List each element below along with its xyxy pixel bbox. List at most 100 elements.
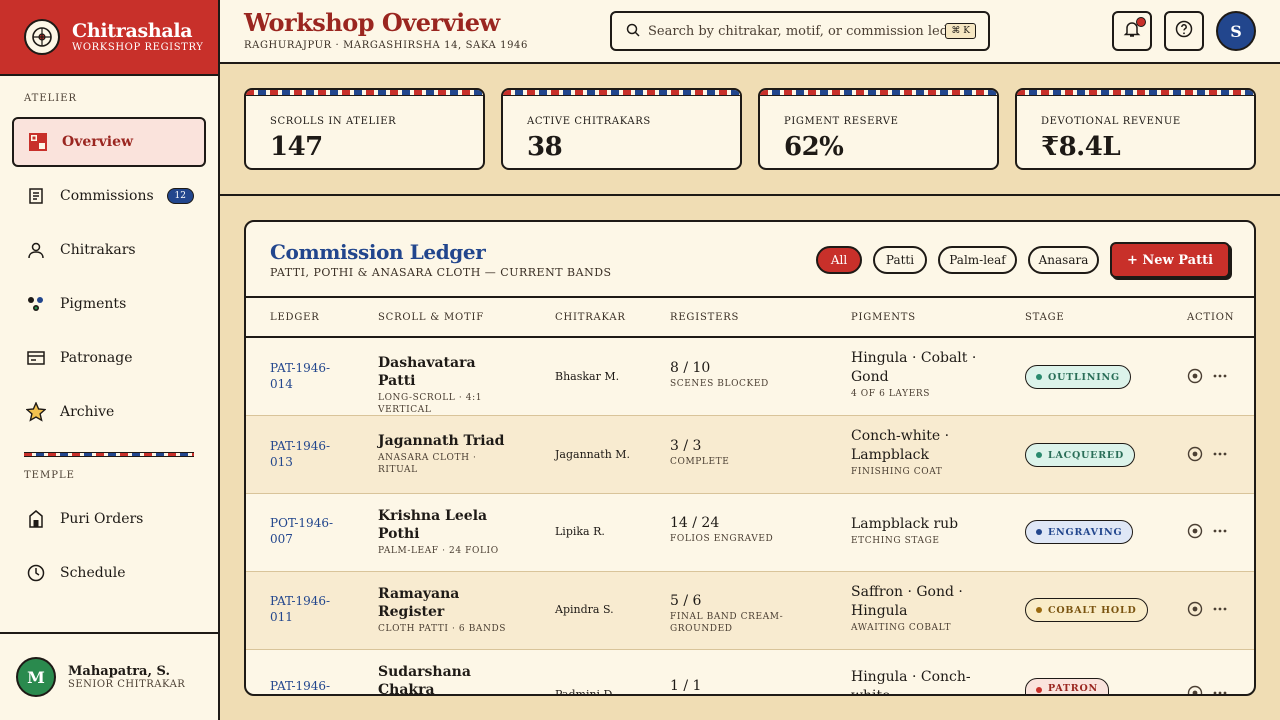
column-action: ACTION [1187, 312, 1235, 323]
ledger-id[interactable]: PAT-1946-011 [270, 593, 340, 625]
scroll-motif: LONG-SCROLL · 4:1 VERTICAL [378, 393, 483, 415]
stat-label: PIGMENT RESERVE [784, 116, 899, 127]
table-row[interactable]: PAT-1946-014 Dashavatara Patti LONG-SCRO… [246, 338, 1254, 416]
current-user[interactable]: M Mahapatra, S. SENIOR CHITRAKAR [0, 632, 218, 720]
view-eye-icon[interactable] [1187, 368, 1203, 384]
column-pigments[interactable]: PIGMENTS [851, 312, 916, 323]
status-dot [1036, 607, 1042, 613]
pigments-list: Conch-white · Lampblack [851, 428, 950, 463]
pigments-list: Hingula · Cobalt · Gond [851, 350, 977, 385]
stats-row: SCROLLS IN ATELIER 147 ACTIVE CHITRAKARS… [220, 64, 1280, 196]
temple-icon [26, 509, 46, 529]
chitrakar-name: Padmini D. [555, 688, 616, 696]
brand-header[interactable]: Chitrashala WORKSHOP REGISTRY [0, 0, 218, 76]
status-badge: LACQUERED [1025, 443, 1135, 467]
user-name: Mahapatra, S. [68, 664, 170, 679]
search-shortcut: ⌘ K [945, 23, 976, 39]
search-input[interactable]: Search by chitrakar, motif, or commissio… [610, 11, 990, 51]
pigments-list: Saffron · Gond · Hingula [851, 584, 963, 619]
scroll-icon [26, 186, 46, 206]
brand-subtitle: WORKSHOP REGISTRY [72, 42, 204, 53]
registers-note: COMPLETE [670, 457, 730, 467]
view-eye-icon[interactable] [1187, 446, 1203, 462]
filter-all[interactable]: All [816, 246, 862, 274]
status-badge: ENGRAVING [1025, 520, 1134, 544]
profile-avatar[interactable]: S [1216, 11, 1256, 51]
filter-palm-leaf[interactable]: Palm-leaf [938, 246, 1017, 274]
table-row[interactable]: PAT-1946- Sudarshana Chakra Padmini D. 1… [246, 650, 1254, 696]
ledger-id[interactable]: PAT-1946- [270, 678, 340, 694]
stat-card-scrolls: SCROLLS IN ATELIER 147 [244, 88, 485, 170]
grid-icon [28, 132, 48, 152]
view-eye-icon[interactable] [1187, 523, 1203, 539]
section-label-temple: TEMPLE [24, 470, 75, 481]
stat-value: 62% [784, 132, 844, 162]
panel-subtitle: PATTI, POTHI & ANASARA CLOTH — CURRENT B… [270, 266, 612, 279]
more-options-icon[interactable] [1212, 368, 1228, 384]
ledger-id[interactable]: POT-1946-007 [270, 515, 340, 547]
registers-note: FOLIOS ENGRAVED [670, 534, 774, 544]
more-options-icon[interactable] [1212, 685, 1228, 694]
column-scroll-motif[interactable]: SCROLL & MOTIF [378, 312, 484, 323]
view-eye-icon[interactable] [1187, 685, 1203, 694]
table-header: LEDGER SCROLL & MOTIF CHITRAKAR REGISTER… [246, 298, 1254, 338]
chakra-logo-icon [24, 19, 60, 55]
sidebar-item-patronage[interactable]: Patronage [12, 333, 206, 383]
ledger-id[interactable]: PAT-1946-014 [270, 360, 340, 392]
stat-card-revenue: DEVOTIONAL REVENUE ₹8.4L [1015, 88, 1256, 170]
stage-label: OUTLINING [1048, 371, 1120, 383]
star-icon [26, 402, 46, 422]
stat-label: ACTIVE CHITRAKARS [527, 116, 651, 127]
column-ledger[interactable]: LEDGER [270, 312, 320, 323]
panel-title: Commission Ledger [270, 240, 486, 264]
status-dot [1036, 374, 1042, 380]
chitrakar-name: Apindra S. [555, 603, 614, 616]
pigments-note: AWAITING COBALT [851, 623, 952, 633]
table-row[interactable]: PAT-1946-013 Jagannath Triad ANASARA CLO… [246, 416, 1254, 494]
more-options-icon[interactable] [1212, 523, 1228, 539]
status-dot [1036, 452, 1042, 458]
help-button[interactable] [1164, 11, 1204, 51]
sidebar-item-commissions[interactable]: Commissions 12 [12, 171, 206, 221]
scroll-motif: ANASARA CLOTH · RITUAL [378, 453, 477, 475]
sidebar-item-chitrakars[interactable]: Chitrakars [12, 225, 206, 275]
column-chitrakar[interactable]: CHITRAKAR [555, 312, 626, 323]
registers-count: 14 / 24 [670, 515, 720, 531]
sidebar-divider [24, 452, 194, 457]
sidebar-item-overview[interactable]: Overview [12, 117, 206, 167]
sidebar-item-label: Puri Orders [60, 511, 144, 527]
table-row[interactable]: PAT-1946-011 Ramayana Register CLOTH PAT… [246, 572, 1254, 650]
sidebar-item-schedule[interactable]: Schedule [12, 548, 206, 598]
sidebar-item-puri-orders[interactable]: Puri Orders [12, 494, 206, 544]
chitrakar-name: Bhaskar M. [555, 370, 620, 383]
registers-count: 5 / 6 [670, 593, 702, 609]
stat-card-chitrakars: ACTIVE CHITRAKARS 38 [501, 88, 742, 170]
view-eye-icon[interactable] [1187, 601, 1203, 617]
page-title: Workshop Overview [244, 8, 500, 37]
pigment-dots-icon [26, 294, 46, 314]
filter-anasara[interactable]: Anasara [1028, 246, 1099, 274]
ledger-id[interactable]: PAT-1946-013 [270, 438, 340, 470]
filter-patti[interactable]: Patti [873, 246, 927, 274]
stat-card-pigment: PIGMENT RESERVE 62% [758, 88, 999, 170]
scroll-title: Ramayana Register [378, 586, 460, 620]
sidebar-item-archive[interactable]: Archive [12, 387, 206, 437]
notification-dot [1136, 17, 1146, 27]
sidebar: Chitrashala WORKSHOP REGISTRY ATELIER Ov… [0, 0, 220, 720]
scroll-title: Jagannath Triad [378, 433, 505, 449]
brand-title: Chitrashala [72, 20, 193, 42]
table-row[interactable]: POT-1946-007 Krishna Leela Pothi PALM-LE… [246, 494, 1254, 572]
new-patti-button[interactable]: + New Patti [1110, 242, 1230, 278]
column-stage[interactable]: STAGE [1025, 312, 1064, 323]
more-options-icon[interactable] [1212, 446, 1228, 462]
stat-value: ₹8.4L [1041, 132, 1121, 162]
stage-label: COBALT HOLD [1048, 604, 1137, 616]
more-options-icon[interactable] [1212, 601, 1228, 617]
stage-label: LACQUERED [1048, 449, 1124, 461]
column-registers[interactable]: REGISTERS [670, 312, 739, 323]
status-dot [1036, 529, 1042, 535]
status-badge: OUTLINING [1025, 365, 1131, 389]
notifications-button[interactable] [1112, 11, 1152, 51]
sidebar-item-label: Commissions [60, 188, 154, 204]
sidebar-item-pigments[interactable]: Pigments [12, 279, 206, 329]
